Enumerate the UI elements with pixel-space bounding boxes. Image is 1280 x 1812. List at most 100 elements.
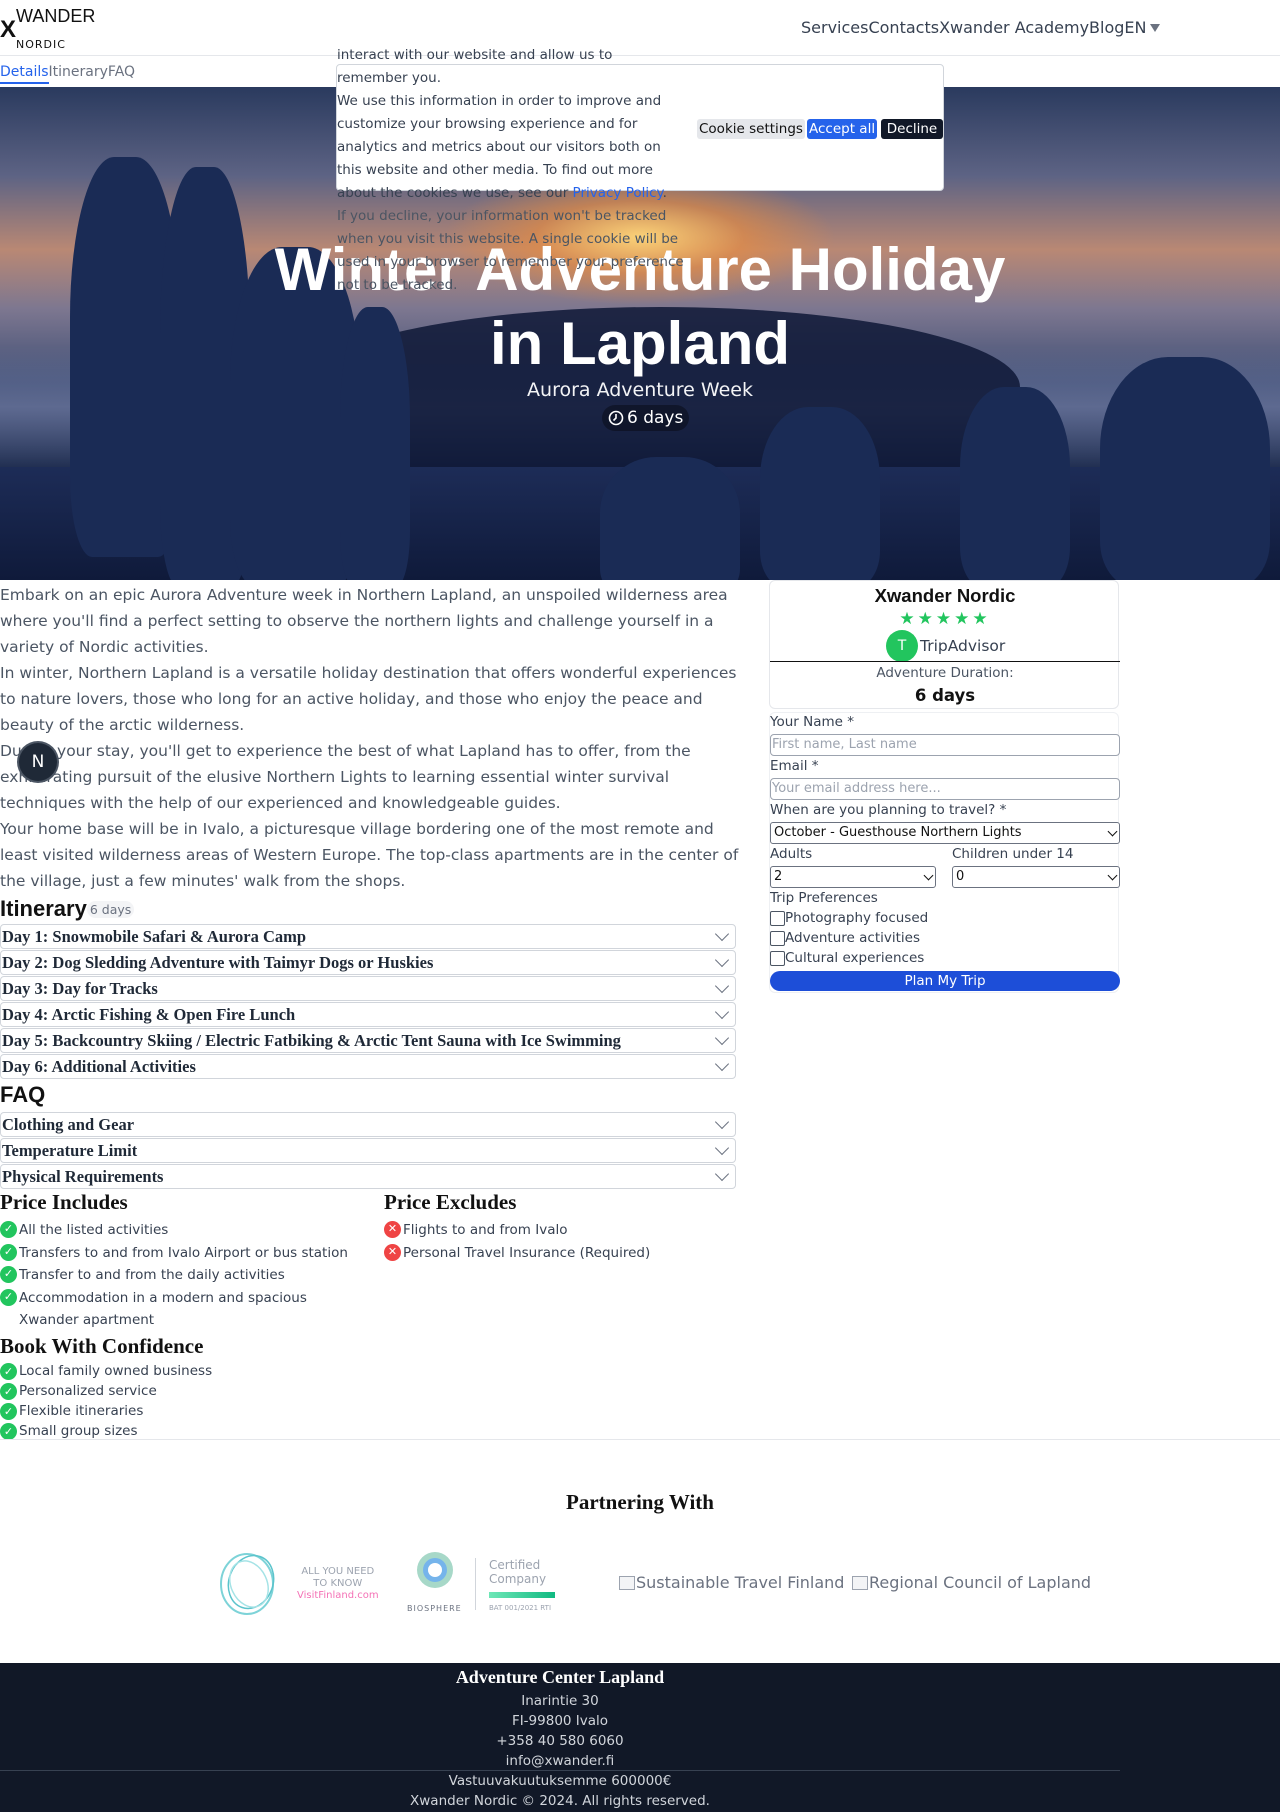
checkbox[interactable] <box>770 930 785 946</box>
privacy-policy-link[interactable]: Privacy Policy <box>573 185 663 201</box>
faq-item-temperature[interactable]: Temperature Limit <box>0 1138 736 1163</box>
logo-word: WANDER <box>16 6 96 26</box>
itinerary-day-5[interactable]: Day 5: Backcountry Skiing / Electric Fat… <box>0 1028 736 1053</box>
itinerary-days-badge: 6 days <box>86 900 135 918</box>
confidence-item: ✓ Local family owned business <box>0 1361 212 1381</box>
clock-icon <box>608 410 624 426</box>
duration-label: Adventure Duration: <box>876 665 1014 681</box>
tripadvisor-icon: T <box>886 630 918 662</box>
nav-blog[interactable]: Blog <box>1089 18 1124 37</box>
footer-phone[interactable]: +358 40 580 6060 <box>0 1733 1120 1749</box>
adults-label: Adults <box>770 846 813 862</box>
visitfinland-logo[interactable]: ALL YOU NEED TO KNOW VisitFinland.com <box>215 1548 379 1618</box>
partners-heading: Partnering With <box>566 1490 714 1514</box>
travel-select[interactable]: October - Guesthouse Northern Lights <box>770 822 1120 844</box>
plan-my-trip-button[interactable]: Plan My Trip <box>770 971 1120 991</box>
biosphere-word: BIOSPHERE <box>407 1604 462 1613</box>
exclude-item: ✕ Flights to and from Ivalo <box>384 1219 744 1242</box>
sustainable-travel-logo[interactable]: Sustainable Travel Finland <box>619 1573 844 1592</box>
include-text: Transfer to and from the daily activitie… <box>19 1267 285 1283</box>
faq-item-clothing[interactable]: Clothing and Gear <box>0 1112 736 1137</box>
avatar[interactable]: N <box>19 743 57 781</box>
price-includes-heading: Price Includes <box>0 1190 128 1214</box>
sustainable-alt: Sustainable Travel Finland <box>636 1573 845 1592</box>
preferences-label: Trip Preferences <box>770 890 878 906</box>
biosphere-logo[interactable]: BIOSPHERE Certified Company BAT 001/2021… <box>405 1548 565 1618</box>
chevron-down-icon <box>714 1030 730 1045</box>
footer-email[interactable]: info@xwander.fi <box>0 1753 1120 1769</box>
pref-cultural[interactable]: Cultural experiences <box>770 950 924 966</box>
biosphere-flower-icon <box>417 1552 453 1588</box>
decline-all-button[interactable]: Decline all <box>881 119 943 157</box>
footer-address-1: Inarintie 30 <box>521 1693 599 1709</box>
tab-faq[interactable]: FAQ <box>108 64 135 84</box>
price-excludes: Price Excludes ✕ Flights to and from Ival… <box>384 1190 744 1264</box>
footer-insurance: Vastuuvakuutuksemme 600000€ <box>448 1773 672 1789</box>
itinerary-day-3[interactable]: Day 3: Day for Tracks <box>0 976 736 1001</box>
site-footer: Adventure Center Lapland Inarintie 30 FI… <box>0 1663 1280 1812</box>
accordion-title: Temperature Limit <box>2 1140 138 1160</box>
itinerary-day-2[interactable]: Day 2: Dog Sledding Adventure with Taimy… <box>0 950 736 975</box>
chevron-down-icon <box>923 870 934 881</box>
cookie-line0: interact with our website and allow us t… <box>337 47 613 86</box>
check-icon: ✓ <box>0 1403 17 1420</box>
include-item: ✓ All the listed activities <box>0 1219 350 1242</box>
check-icon: ✓ <box>0 1363 17 1380</box>
children-select[interactable]: 0 <box>952 866 1120 888</box>
council-alt: Regional Council of Lapland <box>869 1573 1092 1592</box>
checkbox[interactable] <box>770 910 785 926</box>
nav-contacts[interactable]: Contacts <box>868 18 939 37</box>
email-input[interactable]: Your email address here... <box>770 778 1120 800</box>
faq-item-physical[interactable]: Physical Requirements <box>0 1164 736 1189</box>
language-selector[interactable]: EN <box>1124 18 1160 37</box>
chevron-down-icon <box>714 1140 730 1155</box>
visitfinland-line: VisitFinland.com <box>297 1590 379 1601</box>
itinerary-day-6[interactable]: Day 6: Additional Activities <box>0 1054 736 1079</box>
exclude-item: ✕ Personal Travel Insurance (Required) <box>384 1242 744 1265</box>
exclude-text: Personal Travel Insurance (Required) <box>403 1244 651 1261</box>
tab-details[interactable]: Details <box>0 64 49 84</box>
include-text: Accommodation in a modern and spacious X… <box>19 1289 307 1329</box>
confidence-heading: Book With Confidence <box>0 1334 204 1358</box>
accordion-title: Day 4: Arctic Fishing & Open Fire Lunch <box>2 1004 296 1024</box>
divider <box>0 1439 1280 1440</box>
accordion-title: Physical Requirements <box>2 1166 164 1186</box>
intro-paragraph: Embark on an epic Aurora Adventure week … <box>0 586 728 656</box>
include-text: Transfers to and from Ivalo Airport or b… <box>19 1244 348 1261</box>
checkbox[interactable] <box>770 950 785 966</box>
pref-photography[interactable]: Photography focused <box>770 910 928 926</box>
hero-tree <box>600 457 740 580</box>
regional-council-logo[interactable]: Regional Council of Lapland <box>852 1573 1091 1592</box>
logo[interactable]: X WANDER NORDIC <box>0 2 110 52</box>
pref-adventure[interactable]: Adventure activities <box>770 930 920 946</box>
pref-label: Photography focused <box>785 910 929 926</box>
itinerary-day-4[interactable]: Day 4: Arctic Fishing & Open Fire Lunch <box>0 1002 736 1027</box>
pref-label: Cultural experiences <box>785 950 925 966</box>
name-input[interactable]: First name, Last name <box>770 734 1120 756</box>
divider <box>0 1770 1120 1771</box>
duration-value: 6 days <box>914 686 976 705</box>
biosphere-divider <box>475 1558 476 1610</box>
footer-copyright: Xwander Nordic © 2024. All rights reserv… <box>410 1793 710 1809</box>
cookie-settings-button[interactable]: Cookie settings <box>697 119 805 139</box>
accordion-title: Day 2: Dog Sledding Adventure with Taimy… <box>2 952 434 972</box>
tripadvisor-link[interactable]: T TripAdvisor <box>886 630 1005 662</box>
intro-text: Embark on an epic Aurora Adventure week … <box>0 582 740 894</box>
accordion-title: Day 1: Snowmobile Safari & Aurora Camp <box>2 926 307 946</box>
include-item: ✓ Transfer to and from the daily activiti… <box>0 1264 350 1287</box>
cookie-text1-end: . <box>662 185 667 201</box>
tab-itinerary[interactable]: Itinerary <box>49 64 108 84</box>
adults-select[interactable]: 2 <box>770 866 936 888</box>
nav-services[interactable]: Services <box>801 18 868 37</box>
company-name: Xwander Nordic <box>874 585 1016 606</box>
confidence-item: ✓ Personalized service <box>0 1381 212 1401</box>
accept-all-button[interactable]: Accept all <box>807 119 878 139</box>
check-icon: ✓ <box>0 1266 17 1283</box>
itinerary-day-1[interactable]: Day 1: Snowmobile Safari & Aurora Camp <box>0 924 736 949</box>
travel-label: When are you planning to travel? * <box>770 802 1007 818</box>
confidence-text: Local family owned business <box>19 1363 213 1379</box>
nav-academy[interactable]: Xwander Academy <box>939 18 1089 37</box>
confidence-item: ✓ Flexible itineraries <box>0 1401 212 1421</box>
hero-subtitle: Aurora Adventure Week <box>527 379 753 401</box>
check-icon: ✓ <box>0 1288 17 1306</box>
